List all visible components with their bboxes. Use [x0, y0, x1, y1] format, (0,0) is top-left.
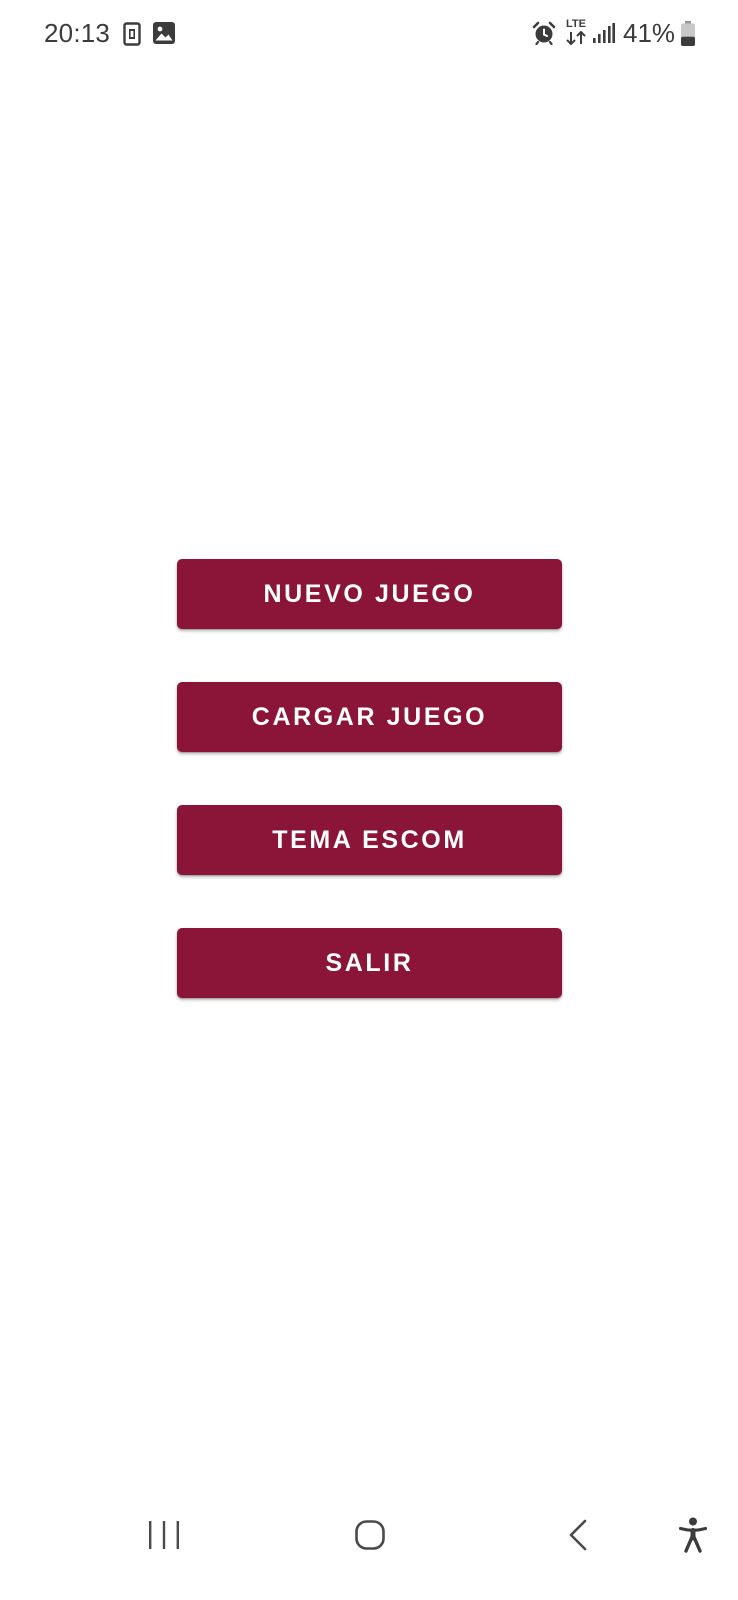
cargar-juego-button[interactable]: CARGAR JUEGO	[177, 682, 562, 752]
nuevo-juego-button[interactable]: NUEVO JUEGO	[177, 559, 562, 629]
accessibility-icon[interactable]	[679, 1517, 707, 1553]
home-icon[interactable]	[355, 1520, 385, 1550]
sim-card-icon	[123, 22, 141, 46]
recents-icon[interactable]	[149, 1521, 179, 1549]
signal-bars-icon	[593, 23, 615, 43]
main-menu: NUEVO JUEGO CARGAR JUEGO TEMA ESCOM SALI…	[177, 559, 562, 998]
tema-escom-button[interactable]: TEMA ESCOM	[177, 805, 562, 875]
back-icon[interactable]	[568, 1519, 588, 1551]
lte-label: LTE	[566, 18, 586, 30]
salir-button[interactable]: SALIR	[177, 928, 562, 998]
gallery-icon	[153, 22, 175, 44]
status-time: 20:13	[44, 18, 111, 48]
alarm-icon	[532, 21, 556, 45]
status-bar: 20:13 LTE 41%	[0, 0, 738, 66]
battery-percent: 41%	[623, 18, 676, 48]
lte-data-icon: LTE	[563, 18, 589, 46]
battery-icon	[681, 21, 695, 46]
navigation-bar	[0, 1505, 738, 1600]
